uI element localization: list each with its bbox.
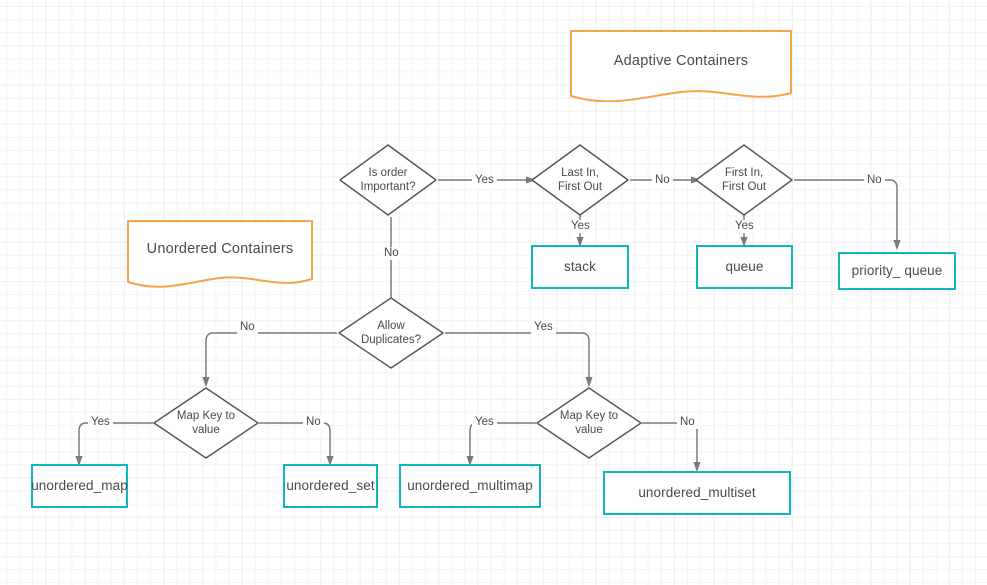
decision-last-in-first-out[interactable]: Last In, First Out [530, 143, 630, 217]
terminal-label: unordered_set [286, 477, 375, 493]
edge-label-dupes-yes: Yes [531, 321, 556, 334]
terminal-label: priority_ queue [851, 262, 943, 278]
terminal-label: stack [563, 258, 596, 274]
decision-line2: Important? [360, 181, 416, 193]
note-label: Adaptive Containers [613, 53, 749, 69]
edge-label-mapkey-right-no: No [677, 416, 698, 429]
decision-line2: value [575, 424, 603, 436]
decision-line1: Allow [377, 319, 405, 332]
decision-label: Allow Duplicates? [361, 319, 421, 348]
note-label: Unordered Containers [146, 241, 294, 257]
decision-line1: First In, [724, 166, 764, 179]
edge-fifo-no [794, 179, 901, 251]
decision-line2: First Out [721, 181, 767, 193]
decision-line1: Last In, [561, 166, 599, 179]
note-adaptive-containers: Adaptive Containers [570, 30, 792, 102]
decision-line2: First Out [557, 181, 603, 193]
edge-label-fifo-yes: Yes [732, 220, 757, 233]
decision-line2: value [192, 424, 220, 436]
decision-line1: Is order [368, 166, 408, 179]
terminal-unordered-map[interactable]: unordered_map [31, 464, 128, 508]
decision-map-key-to-value-left[interactable]: Map Key to value [152, 386, 260, 460]
edge-mapkey-right-no [642, 422, 701, 473]
decision-label: First In, First Out [722, 166, 766, 195]
decision-line1: Map Key to [559, 409, 619, 422]
decision-is-order-important[interactable]: Is order Important? [338, 143, 438, 217]
edge-label-mapkey-right-yes: Yes [472, 416, 497, 429]
edge-label-lifo-yes: Yes [568, 220, 593, 233]
edge-label-lifo-no: No [652, 174, 673, 187]
decision-line1: Map Key to [176, 409, 236, 422]
decision-line2: Duplicates? [360, 334, 422, 346]
edge-label-mapkey-left-no: No [303, 416, 324, 429]
terminal-label: queue [725, 258, 764, 274]
edge-dupes-yes [445, 332, 593, 388]
terminal-label: unordered_multiset [638, 484, 756, 500]
terminal-label: unordered_map [31, 477, 128, 493]
flowchart-canvas: Last In First Out --> Allow Duplicates? … [0, 0, 987, 585]
terminal-priority-queue[interactable]: priority_ queue [838, 252, 956, 290]
terminal-label: unordered_multimap [407, 477, 533, 493]
decision-label: Map Key to value [560, 409, 618, 438]
edge-dupes-no [202, 332, 337, 388]
terminal-queue[interactable]: queue [696, 245, 793, 289]
decision-first-in-first-out[interactable]: First In, First Out [694, 143, 794, 217]
terminal-unordered-set[interactable]: unordered_set [283, 464, 378, 508]
terminal-unordered-multimap[interactable]: unordered_multimap [399, 464, 541, 508]
edge-label-fifo-no: No [864, 174, 885, 187]
decision-label: Is order Important? [361, 166, 416, 195]
decision-label: Map Key to value [177, 409, 235, 438]
note-unordered-containers: Unordered Containers [127, 220, 313, 288]
terminal-stack[interactable]: stack [531, 245, 629, 289]
terminal-unordered-multiset[interactable]: unordered_multiset [603, 471, 791, 515]
edge-label-dupes-no: No [237, 321, 258, 334]
edge-label-mapkey-left-yes: Yes [88, 416, 113, 429]
edge-label-order-no: No [381, 247, 402, 260]
decision-label: Last In, First Out [558, 166, 602, 195]
decision-allow-duplicates[interactable]: Allow Duplicates? [337, 296, 445, 370]
edge-label-order-yes: Yes [472, 174, 497, 187]
decision-map-key-to-value-right[interactable]: Map Key to value [535, 386, 643, 460]
